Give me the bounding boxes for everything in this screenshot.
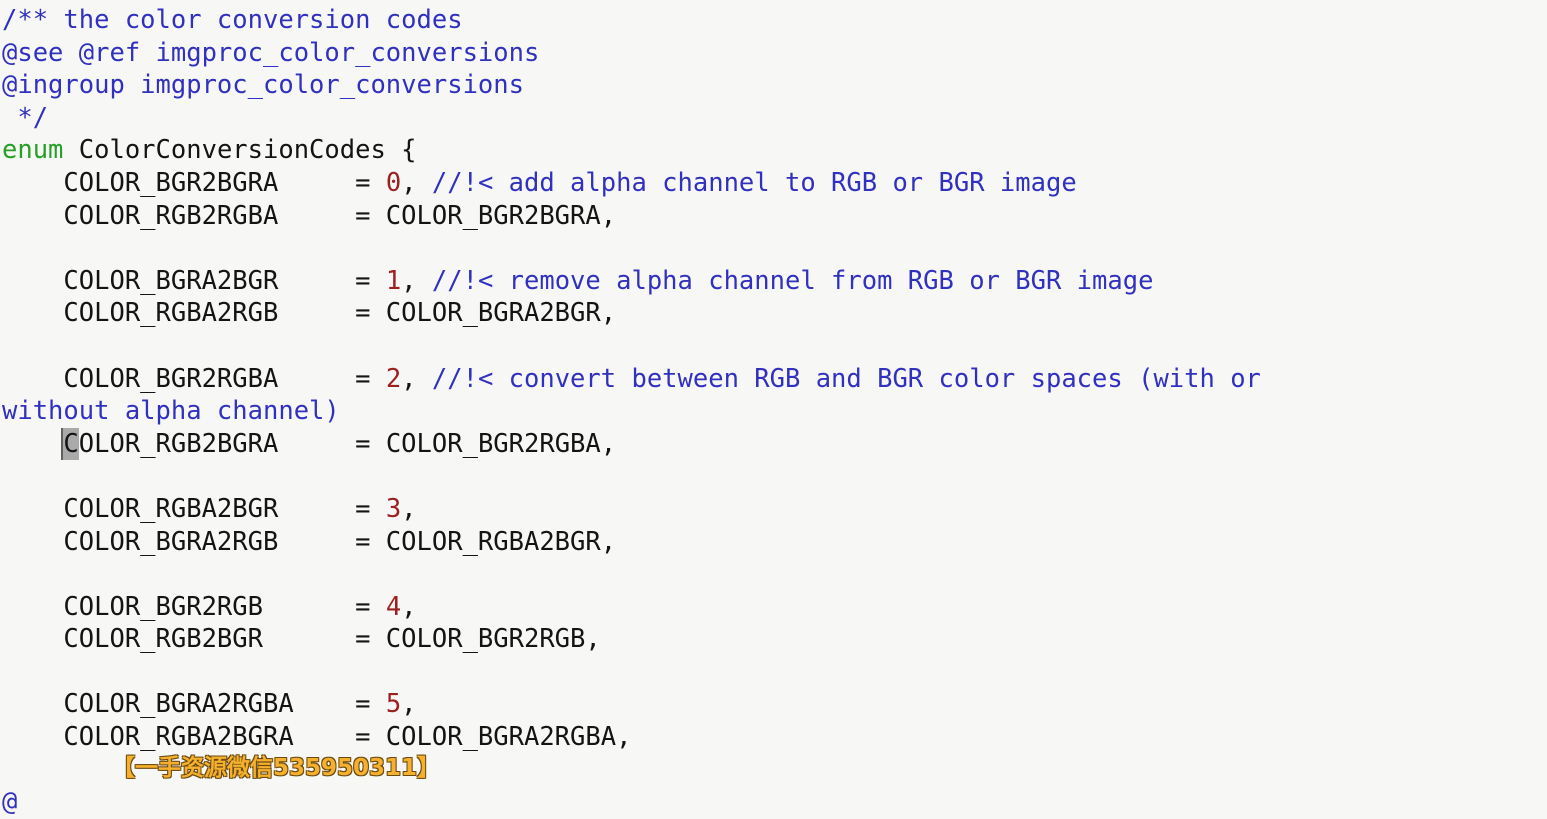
code-line[interactable]: COLOR_RGBA2BGR = 3, <box>0 493 1547 526</box>
code-token: 5 <box>385 689 402 720</box>
code-token: @see @ref imgproc_color_conversions <box>2 37 540 68</box>
code-token: enum <box>2 135 64 166</box>
code-line[interactable]: COLOR_BGRA2BGR = 1, //!< remove alpha ch… <box>0 265 1547 298</box>
code-token: COLOR_RGBA2BGRA = COLOR_BGRA2RGBA, <box>2 722 632 753</box>
code-token: COLOR_BGR2RGBA = <box>2 363 386 394</box>
code-line[interactable]: COLOR_BGR2BGRA = 0, //!< add alpha chann… <box>0 167 1547 200</box>
code-text-area[interactable]: /** the color conversion codes @see @ref … <box>0 4 1547 819</box>
code-token: COLOR_BGR2RGB = <box>2 591 386 622</box>
code-token: 3 <box>385 493 402 524</box>
code-line[interactable] <box>0 656 1547 689</box>
code-line[interactable]: @ <box>0 786 1547 819</box>
code-token: COLOR_BGR2BGRA = <box>2 167 386 198</box>
code-line[interactable] <box>0 754 1547 787</box>
code-line[interactable] <box>0 330 1547 363</box>
code-token: COLOR_BGRA2RGB = COLOR_RGBA2BGR, <box>2 526 617 557</box>
code-token: without alpha channel) <box>2 396 340 427</box>
code-line[interactable]: COLOR_RGB2BGRA = COLOR_BGR2RGBA, <box>0 427 1547 461</box>
code-line[interactable]: COLOR_BGRA2RGBA = 5, <box>0 688 1547 721</box>
code-line[interactable] <box>0 232 1547 265</box>
code-editor-surface[interactable]: /** the color conversion codes @see @ref … <box>0 0 1547 819</box>
code-token: OLOR_RGB2BGRA = COLOR_BGR2RGBA, <box>78 428 617 459</box>
text-cursor: C <box>61 427 79 461</box>
code-token: COLOR_RGBA2RGB = COLOR_BGRA2BGR, <box>2 298 617 329</box>
code-token: 4 <box>385 591 402 622</box>
code-line[interactable]: */ <box>0 102 1547 135</box>
code-token: @ <box>2 787 18 818</box>
code-line[interactable]: enum ColorConversionCodes { <box>0 134 1547 167</box>
code-token: COLOR_BGRA2RGBA = <box>2 689 386 720</box>
code-token: , <box>401 591 417 622</box>
code-token: COLOR_RGB2RGBA = COLOR_BGR2BGRA, <box>2 200 617 231</box>
code-token: , <box>401 363 432 394</box>
code-line[interactable] <box>0 558 1547 591</box>
code-token: 2 <box>385 363 402 394</box>
code-line[interactable]: COLOR_BGR2RGB = 4, <box>0 591 1547 624</box>
code-line[interactable]: COLOR_RGB2BGR = COLOR_BGR2RGB, <box>0 623 1547 656</box>
code-line[interactable]: COLOR_RGBA2RGB = COLOR_BGRA2BGR, <box>0 297 1547 330</box>
code-token: */ <box>2 102 49 133</box>
code-token: //!< convert between RGB and BGR color s… <box>431 363 1261 394</box>
code-token: , <box>401 689 417 720</box>
code-token: /** the color conversion codes <box>2 5 463 35</box>
code-line[interactable]: COLOR_BGRA2RGB = COLOR_RGBA2BGR, <box>0 526 1547 559</box>
code-line[interactable]: COLOR_RGB2RGBA = COLOR_BGR2BGRA, <box>0 200 1547 233</box>
code-line[interactable]: @see @ref imgproc_color_conversions <box>0 37 1547 70</box>
code-line[interactable]: @ingroup imgproc_color_conversions <box>0 69 1547 102</box>
code-line[interactable]: COLOR_RGBA2BGRA = COLOR_BGRA2RGBA, <box>0 721 1547 754</box>
code-line[interactable] <box>0 460 1547 493</box>
code-token: @ingroup imgproc_color_conversions <box>2 70 524 101</box>
code-token: ColorConversionCodes { <box>63 135 417 166</box>
code-token: 1 <box>385 265 402 296</box>
code-token: , <box>401 167 432 198</box>
code-token: COLOR_BGRA2BGR = <box>2 265 386 296</box>
code-token: , <box>401 493 417 524</box>
code-line[interactable]: without alpha channel) <box>0 395 1547 428</box>
code-token: COLOR_RGB2BGR = COLOR_BGR2RGB, <box>2 624 601 655</box>
code-token: COLOR_RGBA2BGR = <box>2 493 386 524</box>
code-line[interactable]: /** the color conversion codes <box>0 4 1547 37</box>
code-token: 0 <box>385 167 402 198</box>
code-token: //!< add alpha channel to RGB or BGR ima… <box>431 167 1077 198</box>
code-token: //!< remove alpha channel from RGB or BG… <box>431 265 1154 296</box>
code-token: , <box>401 265 432 296</box>
code-line[interactable]: COLOR_BGR2RGBA = 2, //!< convert between… <box>0 363 1547 396</box>
